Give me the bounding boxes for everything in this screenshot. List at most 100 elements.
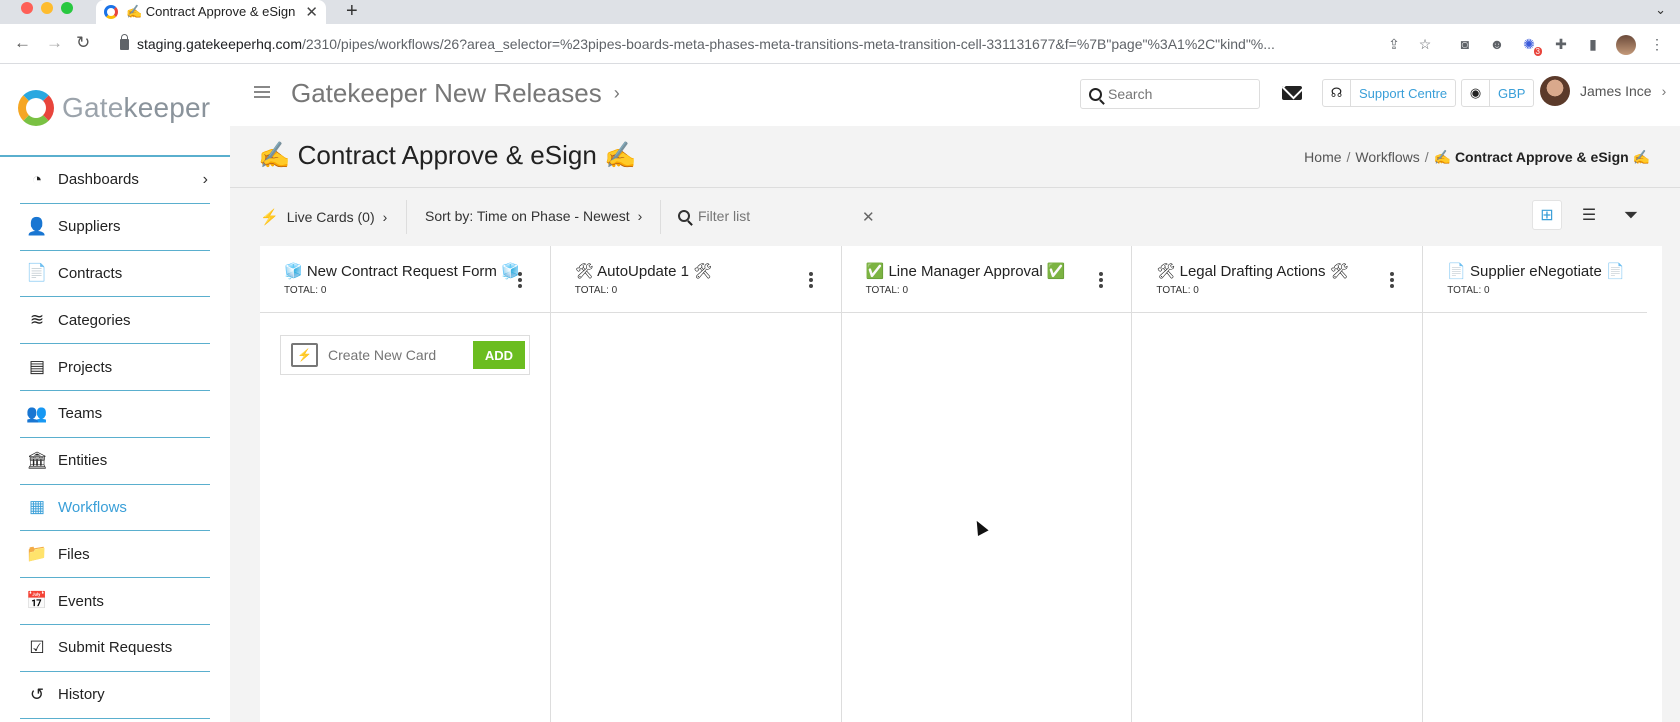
minimize-window-button[interactable]	[41, 2, 53, 14]
check-file-icon: ☑	[29, 637, 45, 657]
sidebar-item-submit-requests[interactable]: ☑ Submit Requests	[20, 625, 210, 672]
kebab-menu-icon[interactable]	[1099, 272, 1104, 288]
sort-button[interactable]: Sort by: Time on Phase - Newest ›	[425, 208, 642, 224]
bolt-icon: ⚡	[260, 209, 279, 226]
kebab-menu-icon[interactable]	[517, 272, 522, 288]
sidebar-item-label: Projects	[58, 358, 113, 376]
teams-icon: 👥	[26, 403, 48, 423]
bolt-icon: ⚡	[291, 343, 318, 367]
column-total: TOTAL: 0	[865, 285, 909, 296]
sidebar-item-label: Entities	[58, 452, 108, 470]
close-window-button[interactable]	[21, 2, 33, 14]
search-input[interactable]	[1108, 86, 1248, 102]
tab-search-chevron-icon[interactable]: ⌄	[1655, 2, 1666, 18]
sidebar-item-entities[interactable]: 🏛 Entities	[20, 438, 210, 485]
currency-button[interactable]: ◉ GBP	[1461, 79, 1535, 107]
column-title: 📄 Supplier eNegotiate 📄	[1447, 263, 1625, 280]
url-field[interactable]: staging.gatekeeperhq.com/2310/pipes/work…	[110, 30, 1375, 58]
extension-gear-icon[interactable]: ✺ 3	[1520, 35, 1542, 56]
sidebar-item-history[interactable]: ↺ History	[20, 672, 210, 719]
sidebar-item-projects[interactable]: ▤ Projects	[20, 344, 210, 391]
live-cards-button[interactable]: ⚡ Live Cards (0) ›	[260, 208, 387, 226]
board-column: 🧊 New Contract Request Form 🧊 TOTAL: 0 ⚡…	[260, 246, 551, 722]
avatar	[1540, 76, 1570, 106]
user-menu[interactable]: James Ince ›	[1540, 76, 1666, 106]
new-card-input[interactable]	[328, 347, 463, 363]
kebab-menu-icon[interactable]	[1390, 272, 1395, 288]
share-icon[interactable]: ⇪	[1385, 35, 1403, 53]
sidepanel-icon[interactable]: ▮	[1584, 35, 1602, 53]
browser-tab-active[interactable]: ✍️ Contract Approve & eSign ✍️ ✕	[96, 0, 326, 24]
coins-icon: ◉	[1462, 80, 1490, 106]
top-bar: Gatekeeper New Releases › ☊ Support Cent…	[230, 64, 1680, 126]
board-column: ✅ Line Manager Approval ✅ TOTAL: 0	[841, 246, 1133, 722]
forward-arrow-icon[interactable]: →	[46, 33, 63, 53]
sidebar-item-categories[interactable]: ≋ Categories	[20, 297, 210, 345]
add-card-button[interactable]: ADD	[473, 341, 525, 369]
mail-icon[interactable]	[1282, 86, 1302, 100]
reload-icon[interactable]: ↻	[76, 33, 90, 53]
user-name: James Ince	[1580, 83, 1652, 99]
close-tab-icon[interactable]: ✕	[305, 3, 318, 21]
back-arrow-icon[interactable]: ←	[14, 33, 31, 53]
puzzle-icon[interactable]: ✚	[1552, 35, 1570, 53]
gatekeeper-logo-icon	[18, 90, 54, 126]
sidebar: Gatekeeper ◔ Dashboards › 👤 Suppliers 📄 …	[0, 64, 230, 722]
board-column: 🛠 AutoUpdate 1 🛠 TOTAL: 0	[550, 246, 842, 722]
board-column: 🛠 Legal Drafting Actions 🛠 TOTAL: 0	[1132, 246, 1424, 722]
sidebar-item-label: Teams	[58, 405, 103, 423]
hamburger-menu-icon[interactable]	[254, 86, 270, 98]
sidebar-item-contracts[interactable]: 📄 Contracts	[20, 251, 210, 298]
browser-profile-avatar[interactable]	[1616, 35, 1636, 55]
logo-prefix: Gate	[62, 92, 124, 123]
create-card-form: ⚡ ADD	[280, 335, 530, 375]
calendar-icon: 📅	[26, 591, 48, 611]
filter-funnel-icon[interactable]: ⏷	[1616, 200, 1646, 230]
column-total: TOTAL: 0	[1447, 285, 1490, 296]
sidebar-item-files[interactable]: 📁 Files	[20, 531, 210, 579]
sort-label: Sort by: Time on Phase - Newest	[425, 208, 630, 224]
chevron-right-icon: ›	[202, 170, 208, 188]
folder-icon: 📁	[26, 544, 48, 564]
breadcrumb-workflows[interactable]: Workflows	[1355, 149, 1419, 166]
org-switcher[interactable]: Gatekeeper New Releases ›	[291, 78, 620, 109]
browser-address-bar: ← → ↻ staging.gatekeeperhq.com/2310/pipe…	[0, 24, 1680, 64]
column-header: 🛠 AutoUpdate 1 🛠 TOTAL: 0	[550, 246, 841, 313]
live-cards-label: Live Cards (0)	[286, 209, 375, 225]
column-header: 🛠 Legal Drafting Actions 🛠 TOTAL: 0	[1132, 246, 1423, 313]
org-title: Gatekeeper New Releases	[291, 78, 602, 108]
global-search[interactable]	[1080, 79, 1260, 109]
sidebar-item-teams[interactable]: 👥 Teams	[20, 391, 210, 438]
sidebar-item-label: History	[58, 686, 105, 704]
gatekeeper-logo[interactable]: Gatekeeper	[18, 90, 210, 126]
maximize-window-button[interactable]	[61, 2, 73, 14]
sidebar-item-label: Workflows	[58, 498, 127, 516]
bookmark-star-icon[interactable]: ☆	[1416, 35, 1434, 53]
filter-input[interactable]	[698, 208, 848, 224]
browser-tab-bar: ✍️ Contract Approve & eSign ✍️ ✕ + ⌄	[0, 0, 1680, 24]
sidebar-item-dashboards[interactable]: ◔ Dashboards ›	[20, 157, 210, 204]
suppliers-icon: 👤	[26, 216, 48, 236]
support-centre-button[interactable]: ☊ Support Centre	[1322, 79, 1457, 107]
camera-icon[interactable]: ◙	[1456, 35, 1474, 53]
sidebar-item-events[interactable]: 📅 Events	[20, 578, 210, 625]
column-title: 🛠 Legal Drafting Actions 🛠	[1156, 263, 1349, 280]
kebab-menu-icon[interactable]	[808, 272, 813, 288]
sidebar-item-workflows[interactable]: ▦ Workflows	[20, 485, 210, 532]
page-header: ✍️ Contract Approve & eSign ✍️ Home / Wo…	[230, 126, 1680, 188]
tab-title: ✍️ Contract Approve & eSign ✍️	[126, 4, 298, 19]
board-view-icon[interactable]: ⊞	[1532, 200, 1562, 230]
sidebar-item-label: Events	[58, 592, 104, 610]
new-tab-button[interactable]: +	[346, 0, 358, 22]
breadcrumb-home[interactable]: Home	[1304, 149, 1341, 166]
headset-icon: ☊	[1323, 80, 1351, 106]
column-title: ✅ Line Manager Approval ✅	[865, 263, 1066, 280]
clear-filter-icon[interactable]: ✕	[862, 208, 875, 226]
sidebar-item-label: Categories	[58, 311, 131, 329]
browser-menu-icon[interactable]: ⋮	[1648, 35, 1666, 53]
column-header: 📄 Supplier eNegotiate 📄 TOTAL: 0	[1423, 246, 1648, 313]
lock-icon	[120, 33, 129, 50]
extension-face-icon[interactable]: ☻	[1488, 35, 1506, 53]
list-view-icon[interactable]: ☰	[1574, 200, 1604, 230]
sidebar-item-suppliers[interactable]: 👤 Suppliers	[20, 204, 210, 251]
